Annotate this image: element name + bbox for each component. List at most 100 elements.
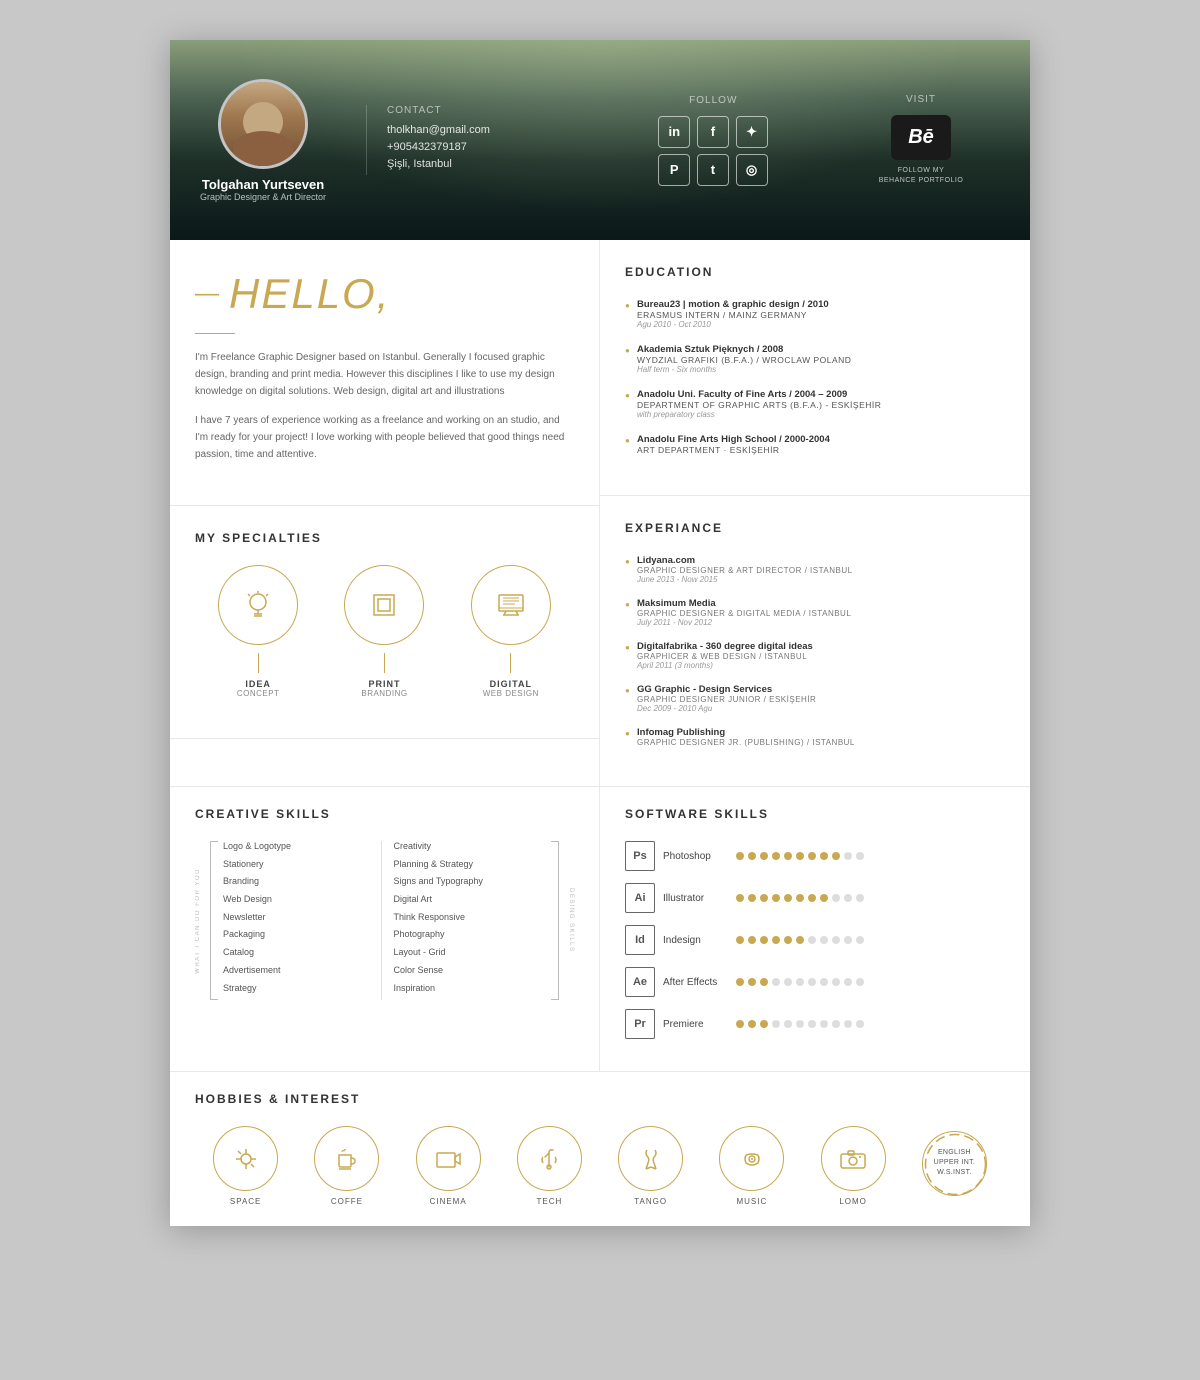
specialty-print: PRINT BRANDING xyxy=(344,565,424,698)
avatar-section: Tolgahan Yurtseven Graphic Designer & Ar… xyxy=(200,79,326,202)
skill-responsive: Think Responsive xyxy=(394,912,547,924)
idea-sub: CONCEPT xyxy=(237,689,280,698)
specialties-section: MY SPECIALTIES xyxy=(170,506,599,739)
avatar-image xyxy=(221,82,305,166)
creative-skills-title: CREATIVE SKILLS xyxy=(195,807,574,821)
skills-right-label: DESING SKILLS xyxy=(568,888,574,953)
exp-title-5: Infomag Publishing xyxy=(637,727,1005,738)
skill-layout: Layout - Grid xyxy=(394,947,547,959)
space-circle xyxy=(213,1126,278,1191)
follow-label: Follow xyxy=(615,95,812,106)
idea-line xyxy=(258,653,259,673)
tumblr-icon[interactable]: t xyxy=(697,154,729,186)
hello-title: HELLO, xyxy=(229,270,390,318)
tech-circle xyxy=(517,1126,582,1191)
exp-subtitle-2: GRAPHIC DESIGNER & DIGITAL MEDIA / ISTAN… xyxy=(637,609,1005,618)
skill-branding: Branding xyxy=(223,876,376,888)
hobby-tango: TANGO xyxy=(618,1126,683,1206)
skill-planning: Planning & Strategy xyxy=(394,859,547,871)
skill-catalog: Catalog xyxy=(223,947,376,959)
photoshop-icon: Ps xyxy=(625,841,655,871)
skills-left-label: WHAT I CAN DO FOR YOU xyxy=(195,868,201,974)
facebook-icon[interactable]: f xyxy=(697,116,729,148)
avatar xyxy=(218,79,308,169)
person-name: Tolgahan Yurtseven xyxy=(202,177,324,192)
software-illustrator: Ai Illustrator xyxy=(625,883,1005,913)
photoshop-label: Photoshop xyxy=(663,851,728,862)
creative-skills-section: CREATIVE SKILLS WHAT I CAN DO FOR YOU Lo… xyxy=(170,787,600,1071)
contact-label: Contact xyxy=(387,105,584,116)
behance-text: FOLLOW MYBEHANCE PORTFOLIO xyxy=(842,166,1000,186)
edu-subtitle-3: DEPARTMENT OF GRAPHIC ARTS (B.F.A.) - ES… xyxy=(637,400,1005,410)
software-skills-section: SOFTWARE SKILLS Ps Photoshop Ai Illustra… xyxy=(600,787,1030,1071)
aftereffects-icon: Ae xyxy=(625,967,655,997)
person-title: Graphic Designer & Art Director xyxy=(200,192,326,202)
education-item-3: Anadolu Uni. Faculty of Fine Arts / 2004… xyxy=(625,389,1005,419)
exp-title-4: GG Graphic - Design Services xyxy=(637,684,1005,695)
tech-label: TECH xyxy=(536,1197,562,1206)
contact-email: tholkhan@gmail.com xyxy=(387,124,584,136)
follow-section: Follow in f ✦ P t ◎ xyxy=(585,95,812,186)
hello-bio1: I'm Freelance Graphic Designer based on … xyxy=(195,349,574,400)
digital-label: DIGITAL xyxy=(490,679,532,689)
instagram-icon[interactable]: ◎ xyxy=(736,154,768,186)
exp-title-3: Digitalfabrika - 360 degree digital idea… xyxy=(637,641,1005,652)
premiere-label: Premiere xyxy=(663,1019,728,1030)
skills-right-col: Creativity Planning & Strategy Signs and… xyxy=(381,841,547,1000)
skill-color: Color Sense xyxy=(394,965,547,977)
right-column: EDUCATION Bureau23 | motion & graphic de… xyxy=(600,240,1030,786)
exp-date-2: July 2011 - Nov 2012 xyxy=(637,618,1005,627)
edu-title-2: Akademia Sztuk Pięknych / 2008 xyxy=(637,344,1005,355)
hobby-coffee: COFFE xyxy=(314,1126,379,1206)
skill-advertisement: Advertisement xyxy=(223,965,376,977)
hobby-music: MUSIC xyxy=(719,1126,784,1206)
skill-stationery: Stationery xyxy=(223,859,376,871)
language-text: ENGLISHUPPER INT.W.S.INST. xyxy=(934,1148,976,1177)
education-section: EDUCATION Bureau23 | motion & graphic de… xyxy=(600,240,1030,496)
photoshop-dots xyxy=(736,852,864,860)
linkedin-icon[interactable]: in xyxy=(658,116,690,148)
indesign-icon: Id xyxy=(625,925,655,955)
premiere-dots xyxy=(736,1020,864,1028)
tango-label: TANGO xyxy=(634,1197,667,1206)
edu-subtitle-4: ART DEPARTMENT · ESKİŞEHİR xyxy=(637,445,1005,455)
illustrator-icon: Ai xyxy=(625,883,655,913)
music-label: MUSIC xyxy=(736,1197,767,1206)
skill-photography: Photography xyxy=(394,929,547,941)
specialty-idea: IDEA CONCEPT xyxy=(218,565,298,698)
header-content: Tolgahan Yurtseven Graphic Designer & Ar… xyxy=(200,79,1000,202)
software-photoshop: Ps Photoshop xyxy=(625,841,1005,871)
print-line xyxy=(384,653,385,673)
exp-subtitle-1: GRAPHIC DESIGNER & ART DIRECTOR / ISTANB… xyxy=(637,566,1005,575)
skills-row: CREATIVE SKILLS WHAT I CAN DO FOR YOU Lo… xyxy=(170,786,1030,1071)
behance-icon[interactable]: Bē xyxy=(891,115,951,160)
exp-item-2: Maksimum Media GRAPHIC DESIGNER & DIGITA… xyxy=(625,598,1005,627)
hobbies-icons: SPACE COFFE xyxy=(195,1126,1005,1206)
header: Tolgahan Yurtseven Graphic Designer & Ar… xyxy=(170,40,1030,240)
contact-section: Contact tholkhan@gmail.com +905432379187… xyxy=(366,105,584,175)
skills-left-col: Logo & Logotype Stationery Branding Web … xyxy=(223,841,376,1000)
visit-label: Visit xyxy=(842,94,1000,105)
edu-date-2: Half term - Six months xyxy=(637,365,1005,374)
premiere-icon: Pr xyxy=(625,1009,655,1039)
exp-subtitle-3: GRAPHICER & WEB DESIGN / ISTANBUL xyxy=(637,652,1005,661)
illustrator-dots xyxy=(736,894,864,902)
pinterest-icon[interactable]: P xyxy=(658,154,690,186)
skill-web: Web Design xyxy=(223,894,376,906)
skill-creativity: Creativity xyxy=(394,841,547,853)
cinema-label: CINEMA xyxy=(430,1197,467,1206)
experience-section: EXPERIANCE Lidyana.com GRAPHIC DESIGNER … xyxy=(600,496,1030,786)
divider xyxy=(195,333,235,334)
visit-section: Visit Bē FOLLOW MYBEHANCE PORTFOLIO xyxy=(812,94,1000,186)
exp-date-1: June 2013 - Now 2015 xyxy=(637,575,1005,584)
hello-dash: — xyxy=(195,280,219,308)
right-bracket xyxy=(551,841,559,1000)
exp-item-3: Digitalfabrika - 360 degree digital idea… xyxy=(625,641,1005,670)
skill-logo: Logo & Logotype xyxy=(223,841,376,853)
edu-subtitle-2: WYDZIAL GRAFIKI (B.F.A.) / WROCLAW POLAN… xyxy=(637,355,1005,365)
twitter-icon[interactable]: ✦ xyxy=(736,116,768,148)
print-label: PRINT xyxy=(368,679,400,689)
contact-phone: +905432379187 xyxy=(387,141,584,153)
software-indesign: Id Indesign xyxy=(625,925,1005,955)
education-item-4: Anadolu Fine Arts High School / 2000-200… xyxy=(625,434,1005,455)
